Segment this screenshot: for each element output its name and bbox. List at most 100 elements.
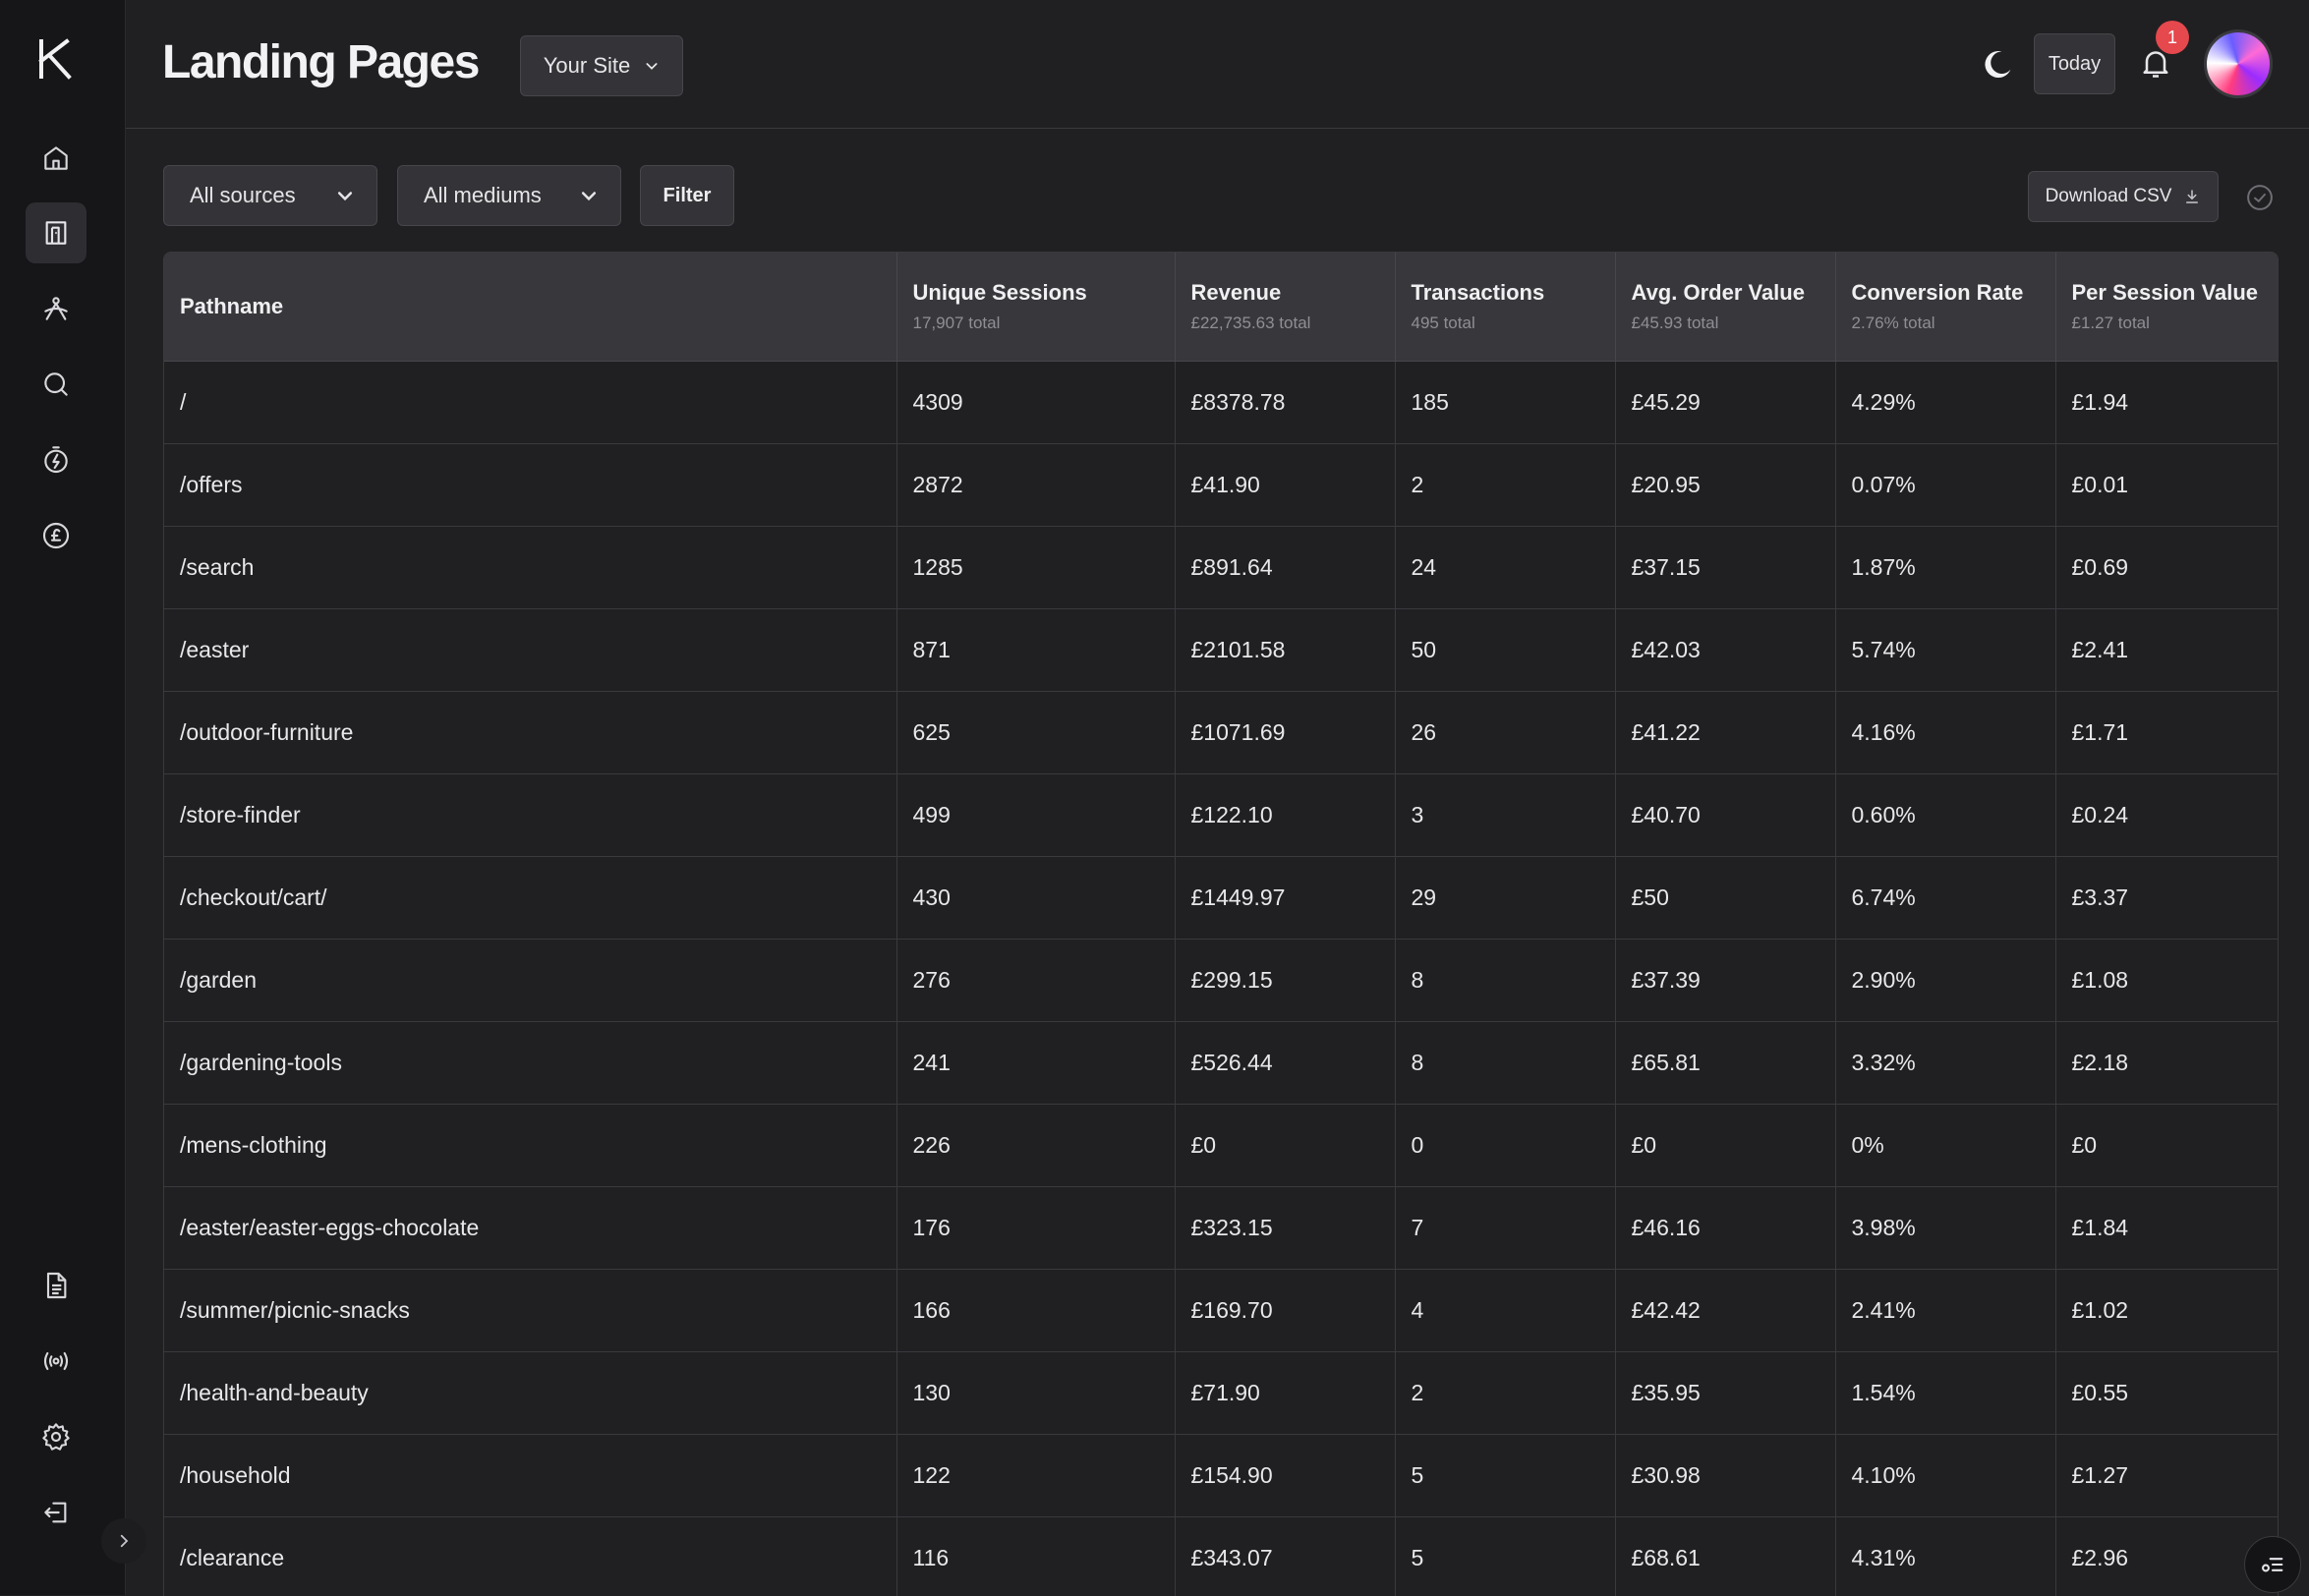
speed-icon (40, 444, 72, 476)
metric-cell: 4309 (896, 362, 1175, 444)
sidebar-item-speed[interactable] (26, 429, 87, 490)
download-csv-button[interactable]: Download CSV (2028, 171, 2219, 222)
metric-cell: 4.10% (1835, 1435, 2055, 1517)
metric-cell: £1.27 (2055, 1435, 2278, 1517)
sidebar-item-acquisition[interactable] (26, 278, 87, 339)
metric-cell: 2872 (896, 444, 1175, 527)
table-row[interactable]: /health-and-beauty130£71.902£35.951.54%£… (164, 1352, 2278, 1435)
table-row[interactable]: /outdoor-furniture625£1071.6926£41.224.1… (164, 692, 2278, 774)
pathname-cell: /mens-clothing (164, 1105, 896, 1187)
metric-cell: £20.95 (1615, 444, 1835, 527)
metric-cell: 7 (1395, 1187, 1615, 1270)
metric-cell: 2 (1395, 1352, 1615, 1435)
metric-cell: 24 (1395, 527, 1615, 609)
pathname-cell: /health-and-beauty (164, 1352, 896, 1435)
metric-cell: £71.90 (1175, 1352, 1395, 1435)
metric-cell: £1.71 (2055, 692, 2278, 774)
metric-cell: £0.01 (2055, 444, 2278, 527)
table-row[interactable]: /summer/picnic-snacks166£169.704£42.422.… (164, 1270, 2278, 1352)
metric-cell: £42.42 (1615, 1270, 1835, 1352)
column-total: £22,735.63 total (1191, 314, 1379, 333)
chevron-right-icon (115, 1532, 133, 1550)
sidebar-collapse-button[interactable] (101, 1518, 146, 1564)
date-range-button[interactable]: Today (2034, 33, 2115, 94)
pathname-cell: /clearance (164, 1517, 896, 1596)
table-row[interactable]: /search1285£891.6424£37.151.87%£0.69 (164, 527, 2278, 609)
column-total: 495 total (1412, 314, 1599, 333)
table-row[interactable]: /garden276£299.158£37.392.90%£1.08 (164, 940, 2278, 1022)
metric-cell: £2.41 (2055, 609, 2278, 692)
column-header[interactable]: Pathname (164, 253, 896, 362)
metric-cell: 5.74% (1835, 609, 2055, 692)
table-row[interactable]: /gardening-tools241£526.448£65.813.32%£2… (164, 1022, 2278, 1105)
avatar[interactable] (2204, 29, 2273, 98)
metric-cell: £0 (1175, 1105, 1395, 1187)
notification-badge: 1 (2156, 21, 2189, 54)
metric-cell: £1449.97 (1175, 857, 1395, 940)
table-settings-button[interactable] (2244, 1536, 2301, 1593)
pathname-cell: /outdoor-furniture (164, 692, 896, 774)
column-title: Transactions (1412, 280, 1599, 306)
sidebar-item-home[interactable] (26, 128, 87, 189)
table-row[interactable]: /mens-clothing226£00£00%£0 (164, 1105, 2278, 1187)
status-check (2244, 182, 2276, 213)
table-row[interactable]: /easter/easter-eggs-chocolate176£323.157… (164, 1187, 2278, 1270)
column-title: Unique Sessions (913, 280, 1159, 306)
sidebar-item-landing-pages[interactable] (26, 202, 87, 263)
column-header[interactable]: Revenue £22,735.63 total (1175, 253, 1395, 362)
logout-icon (40, 1497, 72, 1528)
report-icon (40, 1270, 72, 1301)
pathname-cell: /checkout/cart/ (164, 857, 896, 940)
logo[interactable] (33, 35, 77, 83)
sidebar-item-logout[interactable] (26, 1482, 87, 1543)
table-row[interactable]: /clearance116£343.075£68.614.31%£2.96 (164, 1517, 2278, 1596)
header: Landing Pages Your Site Today 1 (126, 0, 2309, 129)
column-title: Revenue (1191, 280, 1379, 306)
sidebar-item-reports[interactable] (26, 1255, 87, 1316)
metric-cell: £40.70 (1615, 774, 1835, 857)
metric-cell: 116 (896, 1517, 1175, 1596)
column-total: £45.93 total (1632, 314, 1819, 333)
sidebar-item-revenue[interactable] (26, 505, 87, 566)
logo-icon (35, 37, 75, 81)
theme-toggle[interactable] (1978, 45, 2017, 85)
column-header[interactable]: Transactions 495 total (1395, 253, 1615, 362)
pathname-cell: /store-finder (164, 774, 896, 857)
landing-pages-icon (40, 217, 72, 249)
table-row[interactable]: /household122£154.905£30.984.10%£1.27 (164, 1435, 2278, 1517)
sources-dropdown[interactable]: All sources (163, 165, 377, 226)
column-header[interactable]: Avg. Order Value£45.93 total (1615, 253, 1835, 362)
table-row[interactable]: /offers2872£41.902£20.950.07%£0.01 (164, 444, 2278, 527)
sidebar-item-settings[interactable] (26, 1406, 87, 1467)
sidebar-item-search[interactable] (26, 354, 87, 415)
metric-cell: 5 (1395, 1517, 1615, 1596)
landing-pages-table: Pathname Unique Sessions 17,907 total Reven… (163, 252, 2279, 1596)
metric-cell: 0.60% (1835, 774, 2055, 857)
metric-cell: 241 (896, 1022, 1175, 1105)
column-header[interactable]: Unique Sessions 17,907 total (896, 253, 1175, 362)
metric-cell: 166 (896, 1270, 1175, 1352)
column-header[interactable]: Per Session Value£1.27 total (2055, 253, 2278, 362)
column-title: Pathname (180, 294, 881, 319)
download-csv-label: Download CSV (2046, 186, 2172, 207)
metric-cell: 4.29% (1835, 362, 2055, 444)
metric-cell: £45.29 (1615, 362, 1835, 444)
table-row[interactable]: /checkout/cart/430£1449.9729£506.74%£3.3… (164, 857, 2278, 940)
pathname-cell: /household (164, 1435, 896, 1517)
list-settings-icon (2259, 1551, 2286, 1578)
sidebar-item-live[interactable] (26, 1331, 87, 1392)
home-icon (40, 142, 72, 174)
table-row[interactable]: /easter871£2101.5850£42.035.74%£2.41 (164, 609, 2278, 692)
column-total: 17,907 total (913, 314, 1159, 333)
table-row[interactable]: /store-finder499£122.103£40.700.60%£0.24 (164, 774, 2278, 857)
mediums-dropdown[interactable]: All mediums (397, 165, 621, 226)
site-select[interactable]: Your Site (520, 35, 683, 96)
metric-cell: 430 (896, 857, 1175, 940)
filter-button[interactable]: Filter (640, 165, 734, 226)
table-row[interactable]: /4309£8378.78185£45.294.29%£1.94 (164, 362, 2278, 444)
sources-dropdown-label: All sources (190, 183, 296, 208)
column-total: £1.27 total (2072, 314, 2263, 333)
metric-cell: 5 (1395, 1435, 1615, 1517)
column-title: Conversion Rate (1852, 280, 2040, 306)
column-header[interactable]: Conversion Rate2.76% total (1835, 253, 2055, 362)
